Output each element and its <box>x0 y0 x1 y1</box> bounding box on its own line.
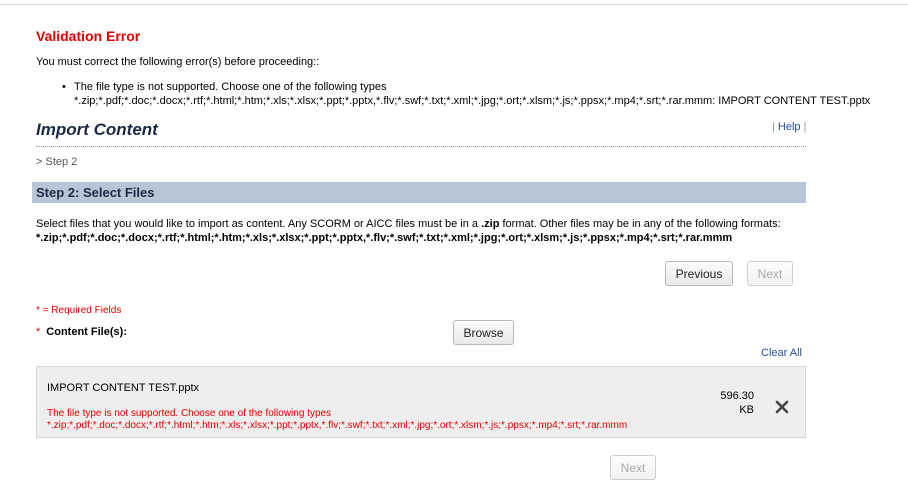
required-star: * <box>36 326 41 338</box>
file-name: IMPORT CONTENT TEST.pptx <box>47 382 199 394</box>
validation-error-message: The file type is not supported. Choose o… <box>74 81 387 93</box>
file-size: 596.30 KB <box>717 389 754 417</box>
next-button-bottom[interactable]: Next <box>610 455 656 480</box>
page-title: Import Content <box>36 120 158 139</box>
file-size-unit: KB <box>739 404 754 416</box>
file-size-value: 596.30 <box>720 390 754 402</box>
divider-bar: | <box>772 121 775 133</box>
description-suffix: format. Other files may be in any of the… <box>499 218 781 230</box>
step-section-header: Step 2: Select Files <box>32 182 806 203</box>
help-link[interactable]: Help <box>778 121 801 133</box>
help-link-group: | Help | <box>772 121 806 133</box>
previous-button[interactable]: Previous <box>665 261 733 286</box>
divider-bar: | <box>803 121 807 133</box>
file-error-message: The file type is not supported. Choose o… <box>47 408 627 432</box>
supported-formats: *.zip;*.pdf;*.doc;*.docx;*.rtf;*.html;*.… <box>36 232 733 244</box>
file-list-item: IMPORT CONTENT TEST.pptx 596.30 KB The f… <box>36 366 806 438</box>
validation-error-title: Validation Error <box>36 28 141 44</box>
description-prefix: Select files that you would like to impo… <box>36 218 482 230</box>
step-title: Step 2: Select Files <box>36 185 155 200</box>
bullet-icon: • <box>62 81 66 93</box>
clear-all-link[interactable]: Clear All <box>761 347 802 359</box>
validation-error-intro: You must correct the following error(s) … <box>36 56 320 68</box>
file-error-types: *.zip;*.pdf;*.doc;*.docx;*.rtf;*.html;*.… <box>47 420 628 431</box>
step-description-text: Select files that you would like to impo… <box>36 217 781 231</box>
close-icon[interactable] <box>775 400 789 414</box>
next-button-top[interactable]: Next <box>747 261 793 286</box>
content-files-label: Content File(s): <box>46 326 127 338</box>
validation-error-types: *.zip;*.pdf;*.doc;*.docx;*.rtf;*.html;*.… <box>74 95 871 107</box>
description-zip: .zip <box>481 218 500 230</box>
browse-button[interactable]: Browse <box>453 320 514 345</box>
required-fields-note: * = Required Fields <box>36 305 122 316</box>
title-divider <box>36 146 806 147</box>
content-files-field: * Content File(s): <box>36 326 127 338</box>
breadcrumb: > Step 2 <box>36 156 78 168</box>
file-error-text: The file type is not supported. Choose o… <box>47 408 332 419</box>
top-divider <box>0 4 908 5</box>
